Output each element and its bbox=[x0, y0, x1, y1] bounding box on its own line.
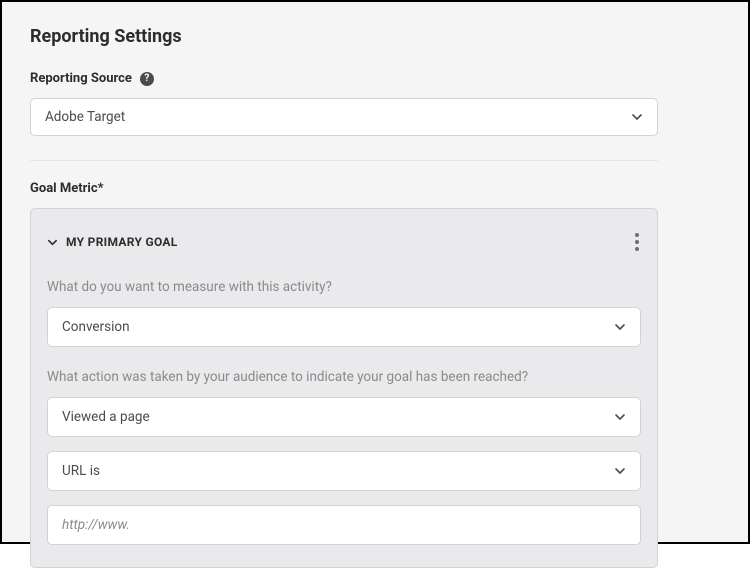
goal-panel-header: MY PRIMARY GOAL bbox=[47, 229, 641, 255]
page-title: Reporting Settings bbox=[30, 26, 720, 47]
help-icon[interactable]: ? bbox=[140, 72, 154, 86]
reporting-source-select[interactable]: Adobe Target bbox=[30, 98, 658, 136]
chevron-down-icon bbox=[614, 465, 626, 477]
goal-metric-panel: MY PRIMARY GOAL What do you want to meas… bbox=[30, 208, 658, 568]
reporting-source-label: Reporting Source ? bbox=[30, 71, 720, 86]
divider bbox=[30, 160, 658, 161]
chevron-down-icon bbox=[47, 237, 58, 248]
goal-panel-title: MY PRIMARY GOAL bbox=[66, 235, 178, 249]
measure-value: Conversion bbox=[62, 319, 130, 335]
goal-panel-toggle[interactable]: MY PRIMARY GOAL bbox=[47, 235, 178, 249]
chevron-down-icon bbox=[614, 321, 626, 333]
chevron-down-icon bbox=[614, 411, 626, 423]
action-select[interactable]: Viewed a page bbox=[47, 397, 641, 437]
reporting-source-value: Adobe Target bbox=[45, 109, 125, 125]
action-question: What action was taken by your audience t… bbox=[47, 369, 641, 385]
url-input[interactable] bbox=[47, 505, 641, 545]
action-value: Viewed a page bbox=[62, 409, 150, 425]
url-condition-value: URL is bbox=[62, 463, 100, 479]
reporting-source-label-text: Reporting Source bbox=[30, 71, 132, 86]
goal-metric-label: Goal Metric* bbox=[30, 181, 720, 196]
measure-question: What do you want to measure with this ac… bbox=[47, 279, 641, 295]
kebab-menu-icon[interactable] bbox=[633, 229, 641, 255]
goal-metric-label-text: Goal Metric* bbox=[30, 181, 104, 196]
measure-select[interactable]: Conversion bbox=[47, 307, 641, 347]
chevron-down-icon bbox=[631, 111, 643, 123]
url-condition-select[interactable]: URL is bbox=[47, 451, 641, 491]
